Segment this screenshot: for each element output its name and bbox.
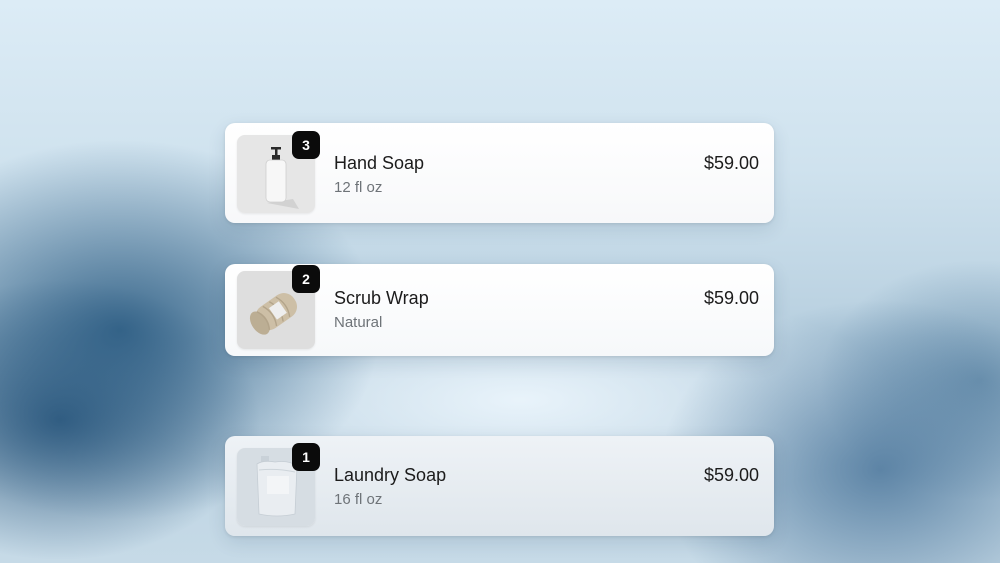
quantity-badge: 3 [292, 131, 320, 159]
product-variant: Natural [334, 314, 383, 331]
product-price: $59.00 [703, 465, 759, 485]
cart-item-laundry-soap[interactable]: 1 Laundry Soap 16 fl oz $59.00 [225, 436, 774, 536]
product-name[interactable]: Laundry Soap [334, 465, 446, 486]
cart-item-scrub-wrap[interactable]: 2 Scrub Wrap Natural $59.00 [225, 264, 774, 356]
product-name[interactable]: Hand Soap [334, 153, 424, 174]
cart-item-hand-soap[interactable]: 3 Hand Soap 12 fl oz $59.00 [225, 123, 774, 223]
quantity-badge: 1 [292, 443, 320, 471]
product-price: $59.00 [703, 153, 759, 173]
product-name[interactable]: Scrub Wrap [334, 288, 429, 309]
product-variant: 16 fl oz [334, 491, 383, 508]
quantity-badge: 2 [292, 265, 320, 293]
product-price: $59.00 [703, 288, 759, 308]
product-variant: 12 fl oz [334, 179, 383, 196]
